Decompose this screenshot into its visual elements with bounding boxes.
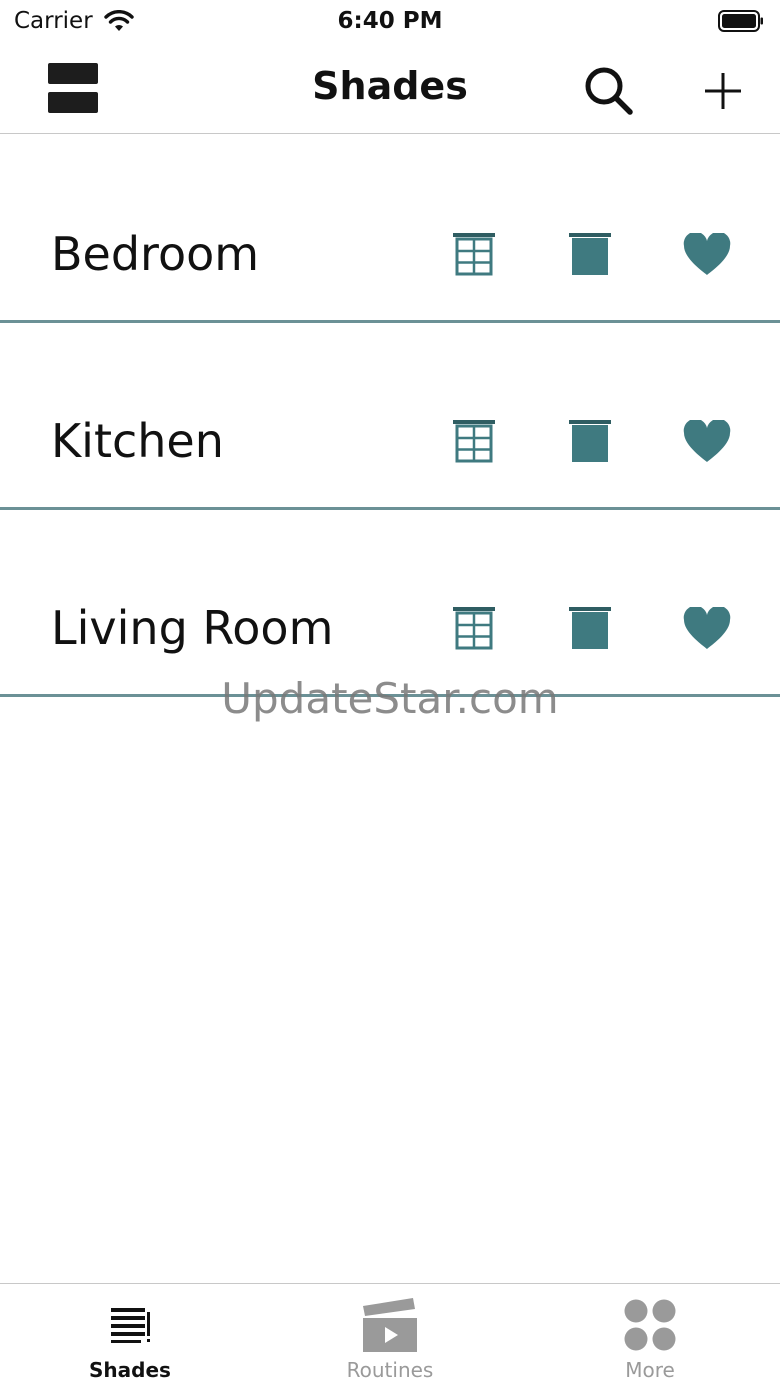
shades-list-icon: [111, 1308, 150, 1343]
tab-bar: Shades Routines More: [0, 1283, 780, 1387]
add-icon[interactable]: [702, 70, 744, 112]
tab-label: Shades: [89, 1358, 171, 1382]
room-name: Bedroom: [51, 227, 260, 281]
shade-icon[interactable]: [568, 606, 612, 650]
status-time: 6:40 PM: [337, 8, 443, 34]
page-title: Shades: [312, 64, 468, 108]
room-row-living-room[interactable]: Living Room: [0, 510, 780, 697]
tab-label: More: [625, 1358, 675, 1382]
tab-shades[interactable]: Shades: [0, 1284, 260, 1387]
room-name: Kitchen: [51, 414, 224, 468]
shades-screen: Carrier 6:40 PM Shades Bedroom Kitchen L…: [0, 0, 780, 1387]
four-dots-icon: [624, 1299, 676, 1351]
room-row-kitchen[interactable]: Kitchen: [0, 323, 780, 510]
window-icon[interactable]: [452, 606, 496, 650]
heart-icon[interactable]: [682, 607, 732, 651]
tab-label: Routines: [346, 1358, 434, 1382]
battery-icon: [718, 10, 763, 32]
heart-icon[interactable]: [682, 233, 732, 277]
shade-icon[interactable]: [568, 232, 612, 276]
navigation-bar: Shades: [0, 44, 780, 134]
room-row-bedroom[interactable]: Bedroom: [0, 136, 780, 323]
watermark-text: UpdateStar.com: [221, 674, 559, 723]
tab-more[interactable]: More: [520, 1284, 780, 1387]
search-icon[interactable]: [582, 64, 634, 116]
window-icon[interactable]: [452, 232, 496, 276]
shade-icon[interactable]: [568, 419, 612, 463]
tab-routines[interactable]: Routines: [260, 1284, 520, 1387]
status-bar: Carrier 6:40 PM: [0, 0, 780, 44]
heart-icon[interactable]: [682, 420, 732, 464]
room-list: Bedroom Kitchen Living Room: [0, 136, 780, 697]
room-name: Living Room: [51, 601, 334, 655]
window-icon[interactable]: [452, 419, 496, 463]
clapperboard-icon: [363, 1298, 417, 1352]
